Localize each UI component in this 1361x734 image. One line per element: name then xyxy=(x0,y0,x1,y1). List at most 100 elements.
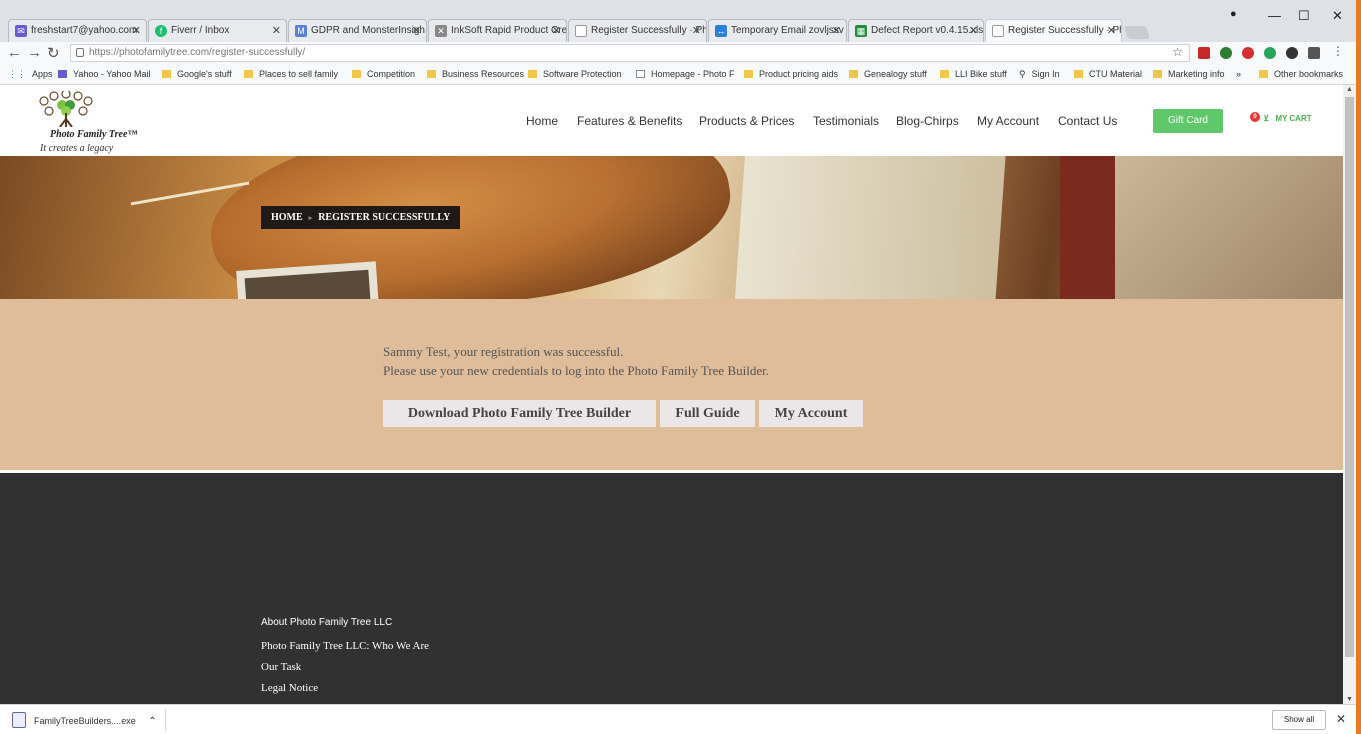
my-cart-link[interactable]: 0 ⊻ MY CART xyxy=(1250,112,1312,123)
m-extension-icon[interactable] xyxy=(1308,47,1320,59)
tab-title: Register Successfully · Ph xyxy=(1008,25,1122,36)
tab-inksoft[interactable]: ✕ InkSoft Rapid Product Cre ✕ xyxy=(428,19,567,42)
menu-icon[interactable]: ⋮ xyxy=(1332,44,1344,58)
close-window-button[interactable]: ✕ xyxy=(1332,8,1343,24)
login-instruction: Please use your new credentials to log i… xyxy=(383,363,769,378)
maximize-button[interactable]: ☐ xyxy=(1298,8,1310,24)
nav-contact-us[interactable]: Contact Us xyxy=(1058,114,1117,128)
footer-link-our-task[interactable]: Our Task xyxy=(261,661,301,673)
folder-icon xyxy=(1259,70,1268,78)
folder-icon xyxy=(1153,70,1162,78)
pdf-extension-icon[interactable] xyxy=(1198,47,1210,59)
bookmark-yahoo-mail[interactable]: Yahoo - Yahoo Mail xyxy=(58,69,151,79)
tab-gdpr[interactable]: M GDPR and MonsterInsigh ✕ xyxy=(288,19,427,42)
new-tab-button[interactable] xyxy=(1123,26,1151,39)
address-bar[interactable]: https://photofamilytree.com/register-suc… xyxy=(70,44,1190,62)
close-icon[interactable]: ✕ xyxy=(272,24,281,37)
scroll-up-icon[interactable]: ▲ xyxy=(1346,86,1353,93)
close-icon[interactable]: ✕ xyxy=(832,24,841,37)
bookmark-apps[interactable]: ⋮⋮ Apps xyxy=(8,69,53,80)
page-icon xyxy=(575,25,587,37)
nav-products-prices[interactable]: Products & Prices xyxy=(699,114,794,128)
profile-icon[interactable]: ● xyxy=(1230,8,1237,20)
bookmark-googles-stuff[interactable]: Google's stuff xyxy=(162,69,232,79)
dark-extension-icon[interactable] xyxy=(1286,47,1298,59)
bookmark-homepage-photo[interactable]: Homepage - Photo F xyxy=(636,69,735,79)
download-shelf: FamilyTreeBuilders....exe ⌃ Show all ✕ xyxy=(0,704,1356,734)
bookmark-software-protection[interactable]: Software Protection xyxy=(528,69,622,79)
abp-extension-icon[interactable] xyxy=(1242,47,1254,59)
logo-tagline: It creates a legacy xyxy=(40,143,114,154)
exe-file-icon xyxy=(12,712,26,728)
nav-features-benefits[interactable]: Features & Benefits xyxy=(577,114,682,128)
tab-defect-report[interactable]: ▦ Defect Report v0.4.15.xlsx ✕ xyxy=(848,19,984,42)
download-filename: FamilyTreeBuilders....exe xyxy=(34,716,136,726)
close-icon[interactable]: ✕ xyxy=(1336,712,1346,726)
nav-my-account[interactable]: My Account xyxy=(977,114,1039,128)
mail-icon: ✉ xyxy=(15,25,27,37)
show-all-button[interactable]: Show all xyxy=(1272,710,1326,730)
lock-icon xyxy=(76,48,84,57)
apps-grid-icon: ⋮⋮ xyxy=(8,69,26,79)
bookmark-business-resources[interactable]: Business Resources xyxy=(427,69,524,79)
close-icon[interactable]: ✕ xyxy=(969,24,978,37)
bookmark-competition[interactable]: Competition xyxy=(352,69,415,79)
chevron-up-icon[interactable]: ⌃ xyxy=(148,716,156,727)
nav-testimonials[interactable]: Testimonials xyxy=(813,114,879,128)
tab-yahoo-mail[interactable]: ✉ freshstart7@yahoo.com ✕ xyxy=(8,19,147,42)
tab-title: GDPR and MonsterInsigh xyxy=(311,25,425,36)
close-icon[interactable]: ✕ xyxy=(1107,24,1116,37)
download-builder-button[interactable]: Download Photo Family Tree Builder xyxy=(383,400,656,427)
footer-link-legal-notice[interactable]: Legal Notice xyxy=(261,682,318,694)
bookmark-other-bookmarks[interactable]: Other bookmarks xyxy=(1259,69,1343,79)
folder-icon xyxy=(528,70,537,78)
bookmark-product-pricing[interactable]: Product pricing aids xyxy=(744,69,838,79)
bookmark-genealogy-stuff[interactable]: Genealogy stuff xyxy=(849,69,927,79)
close-icon[interactable]: ✕ xyxy=(412,24,421,37)
grammarly-extension-icon[interactable] xyxy=(1264,47,1276,59)
bookmark-sign-in[interactable]: ⚲ Sign In xyxy=(1019,69,1060,80)
footer-link-who-we-are[interactable]: Photo Family Tree LLC: Who We Are xyxy=(261,640,429,652)
gift-card-button[interactable]: Gift Card xyxy=(1153,109,1223,133)
folder-icon xyxy=(1074,70,1083,78)
tab-fiverr[interactable]: f Fiverr / Inbox ✕ xyxy=(148,19,287,42)
tab-register-active[interactable]: Register Successfully · Ph ✕ xyxy=(985,19,1122,42)
reload-icon[interactable]: ↻ xyxy=(47,44,60,62)
bookmark-marketing-info[interactable]: Marketing info xyxy=(1153,69,1225,79)
folder-icon xyxy=(162,70,171,78)
close-icon[interactable]: ✕ xyxy=(132,24,141,37)
close-icon[interactable]: ✕ xyxy=(552,24,561,37)
check-extension-icon[interactable] xyxy=(1220,47,1232,59)
bookmark-lli-bike[interactable]: LLI Bike stuff xyxy=(940,69,1007,79)
my-account-button[interactable]: My Account xyxy=(759,400,863,427)
bookmarks-overflow-chevron[interactable]: » xyxy=(1236,69,1241,79)
close-icon[interactable]: ✕ xyxy=(692,24,701,37)
nav-home[interactable]: Home xyxy=(526,114,558,128)
tab-temp-email[interactable]: ↔ Temporary Email zovljssv ✕ xyxy=(708,19,847,42)
fiverr-icon: f xyxy=(155,25,167,37)
breadcrumb-separator-icon: ▸ xyxy=(308,214,313,222)
full-guide-button[interactable]: Full Guide xyxy=(660,400,755,427)
site-logo[interactable]: Photo Family Tree™ It creates a legacy xyxy=(30,91,140,155)
back-arrow-icon[interactable]: ← xyxy=(7,44,22,61)
bookmark-ctu-material[interactable]: CTU Material xyxy=(1074,69,1142,79)
monsterinsights-icon: M xyxy=(295,25,307,37)
download-item[interactable]: FamilyTreeBuilders....exe ⌃ xyxy=(12,712,157,728)
bookmark-star-icon[interactable]: ☆ xyxy=(1172,45,1183,59)
tab-title: Register Successfully · Ph xyxy=(591,25,707,36)
bookmark-places-to-sell[interactable]: Places to sell family xyxy=(244,69,338,79)
breadcrumb-home[interactable]: HOME xyxy=(271,212,303,223)
nav-blog-chirps[interactable]: Blog-Chirps xyxy=(896,114,959,128)
tab-strip: ✉ freshstart7@yahoo.com ✕ f Fiverr / Inb… xyxy=(0,0,1356,42)
folder-icon xyxy=(244,70,253,78)
scroll-down-icon[interactable]: ▼ xyxy=(1346,696,1353,703)
minimize-button[interactable]: — xyxy=(1268,8,1281,23)
breadcrumb: HOME ▸ REGISTER SUCCESSFULLY xyxy=(261,206,461,229)
forward-arrow-icon[interactable]: → xyxy=(27,44,42,61)
breadcrumb-current: REGISTER SUCCESSFULLY xyxy=(318,212,451,223)
logo-name: Photo Family Tree™ xyxy=(50,129,138,140)
tab-register-1[interactable]: Register Successfully · Ph ✕ xyxy=(568,19,707,42)
page-scrollbar[interactable]: ▲ ▼ xyxy=(1343,85,1356,704)
scrollbar-thumb[interactable] xyxy=(1345,97,1354,657)
web-page: Photo Family Tree™ It creates a legacy H… xyxy=(0,85,1343,704)
